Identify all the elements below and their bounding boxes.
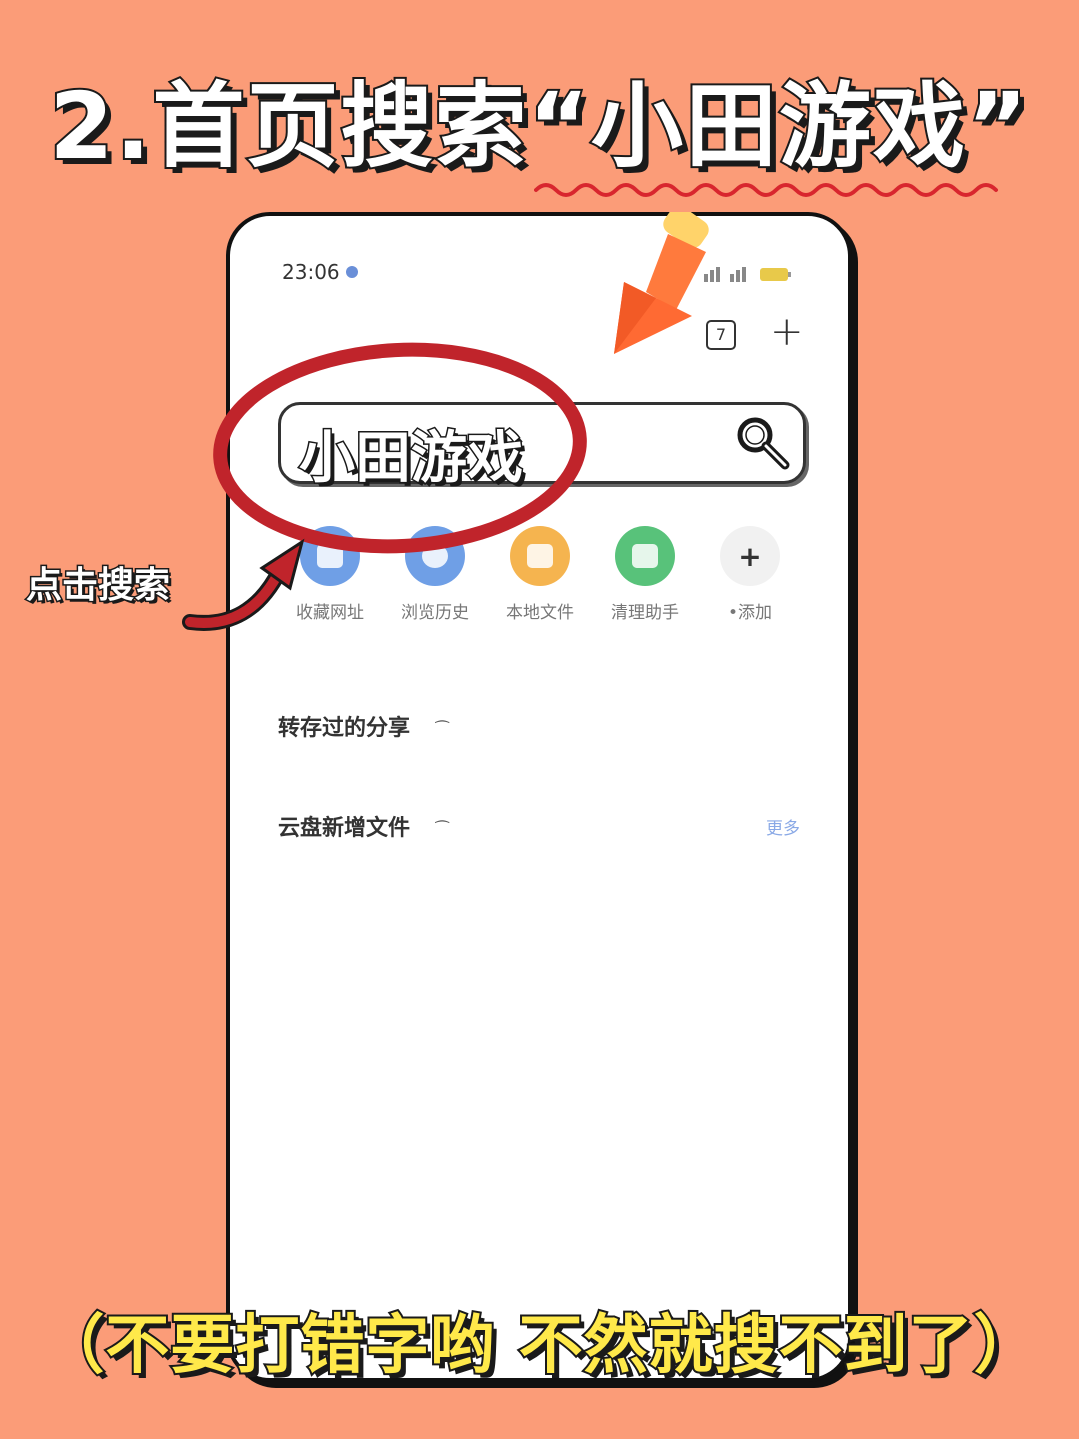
bottom-note: （不要打错字哟 不然就搜不到了） [38,1307,1039,1385]
page-title: 2.首页搜索“小田游戏” [48,71,1030,182]
quick-action-cleaner[interactable]: 清理助手 [595,526,695,623]
new-files-title: 云盘新增文件 [278,816,411,841]
add-icon: + [720,526,780,586]
eye-closed-icon[interactable]: ⁀ [436,720,449,739]
broom-icon [615,526,675,586]
more-link[interactable]: 更多 [766,814,800,839]
quick-action-add[interactable]: + •添加 [700,526,800,623]
quick-action-label: 浏览历史 [401,603,469,623]
decorative-squiggle [534,183,998,197]
quick-action-label: 清理助手 [611,603,679,623]
pointer-arrow-icon [614,212,709,354]
status-time: 23:06 [282,260,340,284]
highlight-circle [213,342,587,554]
quick-action-label: •添加 [727,603,773,623]
curved-arrow-icon [182,538,305,631]
new-files-section[interactable]: 云盘新增文件 ⁀ [278,810,449,842]
sync-icon [346,266,358,278]
search-icon[interactable] [731,411,795,475]
saved-shares-section[interactable]: 转存过的分享 ⁀ [278,710,449,742]
eye-closed-icon[interactable]: ⁀ [436,820,449,839]
saved-shares-title: 转存过的分享 [278,716,411,741]
new-tab-button[interactable]: + [770,312,804,352]
quick-action-label: 本地文件 [506,603,574,623]
callout-label: 点击搜索 [24,564,171,608]
